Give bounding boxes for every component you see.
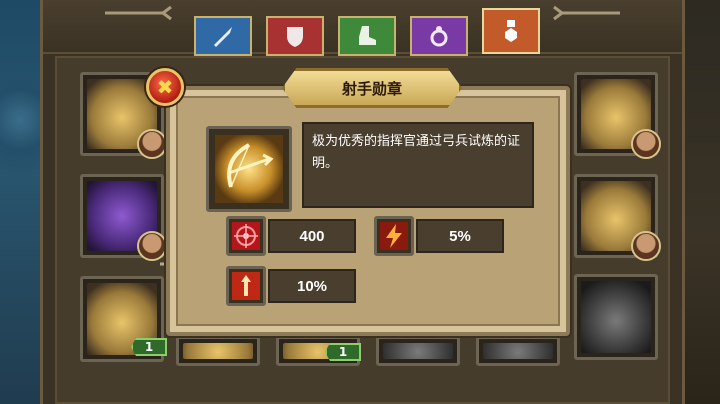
ornament-icon (553, 5, 620, 21)
stat-value: 10% (268, 269, 356, 303)
tab-ring[interactable] (410, 16, 468, 56)
medal-icon (183, 343, 253, 359)
tab-armor[interactable] (266, 16, 324, 56)
tab-boots[interactable] (338, 16, 396, 56)
description-text: 极为优秀的指挥官通过弓兵试炼的证明。 (312, 134, 521, 171)
tab-weapon[interactable] (194, 16, 252, 56)
level-badge: 1 (325, 343, 361, 361)
boot-icon (359, 26, 376, 45)
medal-slot[interactable] (80, 174, 167, 261)
arrow-boost-icon (226, 266, 266, 306)
stat-value: 5% (416, 219, 504, 253)
popup-title: 射手勋章 (341, 79, 402, 98)
close-button[interactable]: ✖ (146, 68, 184, 106)
medal-slot[interactable] (176, 336, 260, 366)
medal-slot[interactable] (476, 336, 560, 366)
medal-description: 极为优秀的指挥官通过弓兵试炼的证明。 (302, 122, 534, 208)
close-icon: ✖ (156, 75, 174, 99)
medal-slot[interactable]: 1 (276, 336, 361, 366)
stat-row: 10% (226, 266, 358, 306)
stat-value: 400 (268, 219, 356, 253)
stat-row: 400 (226, 216, 358, 256)
medal-slot[interactable] (376, 336, 460, 366)
locked-medal-icon (581, 281, 651, 353)
ring-icon (430, 26, 448, 47)
medal-icon (505, 20, 517, 42)
medal-detail-popup: 射手勋章 极为优秀的指挥官通过弓兵试炼的证明。 400 5% 10% (166, 68, 570, 336)
bow-icon (227, 143, 274, 188)
world-map-right (680, 0, 720, 404)
tab-medal[interactable] (482, 8, 540, 54)
ornament-icon (105, 5, 172, 21)
avatar (631, 231, 661, 261)
crosshair-icon (226, 216, 266, 256)
medal-slot[interactable] (574, 174, 661, 261)
medal-icon (483, 343, 553, 359)
avatar (631, 129, 661, 159)
popup-title-banner: 射手勋章 (282, 68, 462, 108)
sword-icon (214, 27, 232, 47)
archer-medal-frame (206, 126, 292, 212)
medal-icon (383, 343, 453, 359)
avatar (137, 129, 167, 159)
level-badge: 1 (131, 338, 167, 356)
medal-slot[interactable]: 1 (80, 276, 167, 362)
medal-slot[interactable] (574, 274, 658, 360)
stat-row: 5% (374, 216, 506, 256)
medal-slot[interactable] (574, 72, 661, 159)
shield-icon (287, 27, 303, 47)
lightning-icon (374, 216, 414, 256)
